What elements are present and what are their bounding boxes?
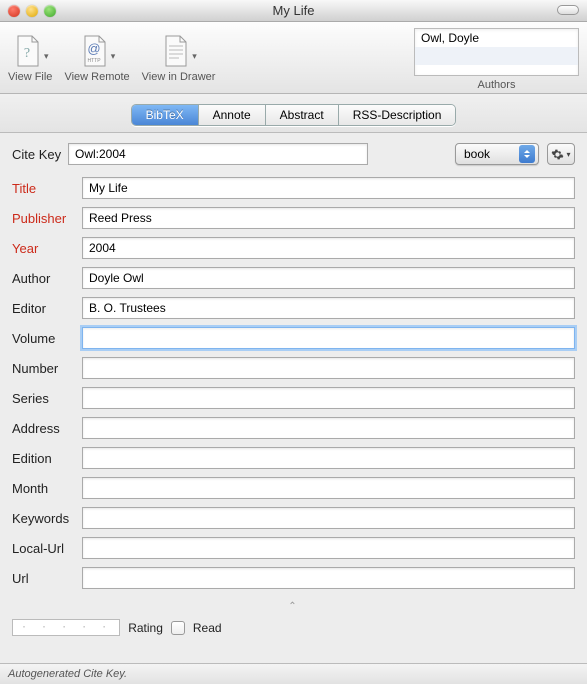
field-input-month[interactable] — [82, 477, 575, 499]
toolbar-toggle-pill[interactable] — [557, 5, 579, 15]
read-label: Read — [193, 621, 222, 635]
citekey-input[interactable] — [68, 143, 368, 165]
updown-arrows-icon — [519, 145, 535, 163]
citekey-row: Cite Key book ▾ — [0, 133, 587, 173]
field-input-address[interactable] — [82, 417, 575, 439]
tab-annote[interactable]: Annote — [199, 105, 266, 125]
document-lines-icon — [160, 34, 190, 68]
field-input-year[interactable] — [82, 237, 575, 259]
view-in-drawer-button[interactable]: ▾ View in Drawer — [142, 28, 216, 83]
view-file-button[interactable]: ? ▾ View File — [8, 28, 52, 83]
tab-rss-description[interactable]: RSS-Description — [339, 105, 456, 125]
file-question-icon: ? — [12, 34, 42, 68]
split-gripper[interactable]: ⌃ — [0, 601, 587, 615]
field-input-editor[interactable] — [82, 297, 575, 319]
bottom-bar: · · · · · Rating Read — [0, 615, 587, 640]
view-remote-label: View Remote — [64, 71, 129, 83]
window-title: My Life — [0, 3, 587, 18]
citekey-label: Cite Key — [12, 147, 68, 162]
svg-text:?: ? — [24, 46, 30, 61]
authors-panel: Owl, Doyle Authors — [414, 28, 579, 91]
fields-form: Title Publisher Year Author Editor Volum… — [0, 173, 587, 601]
titlebar: My Life — [0, 0, 587, 22]
field-label-volume: Volume — [12, 331, 82, 346]
svg-text:HTTP: HTTP — [87, 58, 101, 64]
toolbar: ? ▾ View File @ HTTP ▾ View Remote — [0, 22, 587, 94]
field-label-title: Title — [12, 181, 82, 196]
field-label-series: Series — [12, 391, 82, 406]
rating-label: Rating — [128, 621, 163, 635]
tab-abstract[interactable]: Abstract — [266, 105, 339, 125]
field-label-url: Url — [12, 571, 82, 586]
status-bar: Autogenerated Cite Key. — [0, 663, 587, 684]
field-input-edition[interactable] — [82, 447, 575, 469]
field-input-volume[interactable] — [82, 327, 575, 349]
authors-list-row[interactable]: Owl, Doyle — [415, 29, 578, 47]
action-menu-button[interactable]: ▾ — [547, 143, 575, 165]
gear-icon — [551, 148, 564, 161]
svg-text:@: @ — [87, 41, 100, 56]
field-label-address: Address — [12, 421, 82, 436]
field-input-series[interactable] — [82, 387, 575, 409]
view-in-drawer-label: View in Drawer — [142, 71, 216, 83]
rating-control[interactable]: · · · · · — [12, 619, 120, 636]
field-input-title[interactable] — [82, 177, 575, 199]
chevron-down-icon: ▾ — [566, 150, 570, 159]
chevron-down-icon: ▾ — [111, 51, 116, 62]
field-label-editor: Editor — [12, 301, 82, 316]
field-label-localurl: Local-Url — [12, 541, 82, 556]
chevron-down-icon: ▾ — [44, 51, 49, 62]
authors-label: Authors — [478, 79, 516, 91]
entry-type-select[interactable]: book — [455, 143, 539, 165]
field-label-edition: Edition — [12, 451, 82, 466]
chevron-down-icon: ▾ — [192, 51, 197, 62]
entry-type-value: book — [464, 147, 490, 161]
field-label-author: Author — [12, 271, 82, 286]
field-label-publisher: Publisher — [12, 211, 82, 226]
authors-list[interactable]: Owl, Doyle — [414, 28, 579, 76]
field-label-keywords: Keywords — [12, 511, 82, 526]
view-file-label: View File — [8, 71, 52, 83]
view-remote-button[interactable]: @ HTTP ▾ View Remote — [64, 28, 129, 83]
field-input-keywords[interactable] — [82, 507, 575, 529]
field-input-author[interactable] — [82, 267, 575, 289]
authors-list-row-empty — [415, 47, 578, 65]
field-input-publisher[interactable] — [82, 207, 575, 229]
http-at-icon: @ HTTP — [79, 34, 109, 68]
tab-group: BibTeX Annote Abstract RSS-Description — [131, 104, 457, 126]
tab-bar: BibTeX Annote Abstract RSS-Description — [0, 94, 587, 133]
field-label-month: Month — [12, 481, 82, 496]
read-checkbox[interactable] — [171, 621, 185, 635]
tab-bibtex[interactable]: BibTeX — [132, 105, 199, 125]
field-input-localurl[interactable] — [82, 537, 575, 559]
field-label-year: Year — [12, 241, 82, 256]
field-input-url[interactable] — [82, 567, 575, 589]
field-input-number[interactable] — [82, 357, 575, 379]
field-label-number: Number — [12, 361, 82, 376]
